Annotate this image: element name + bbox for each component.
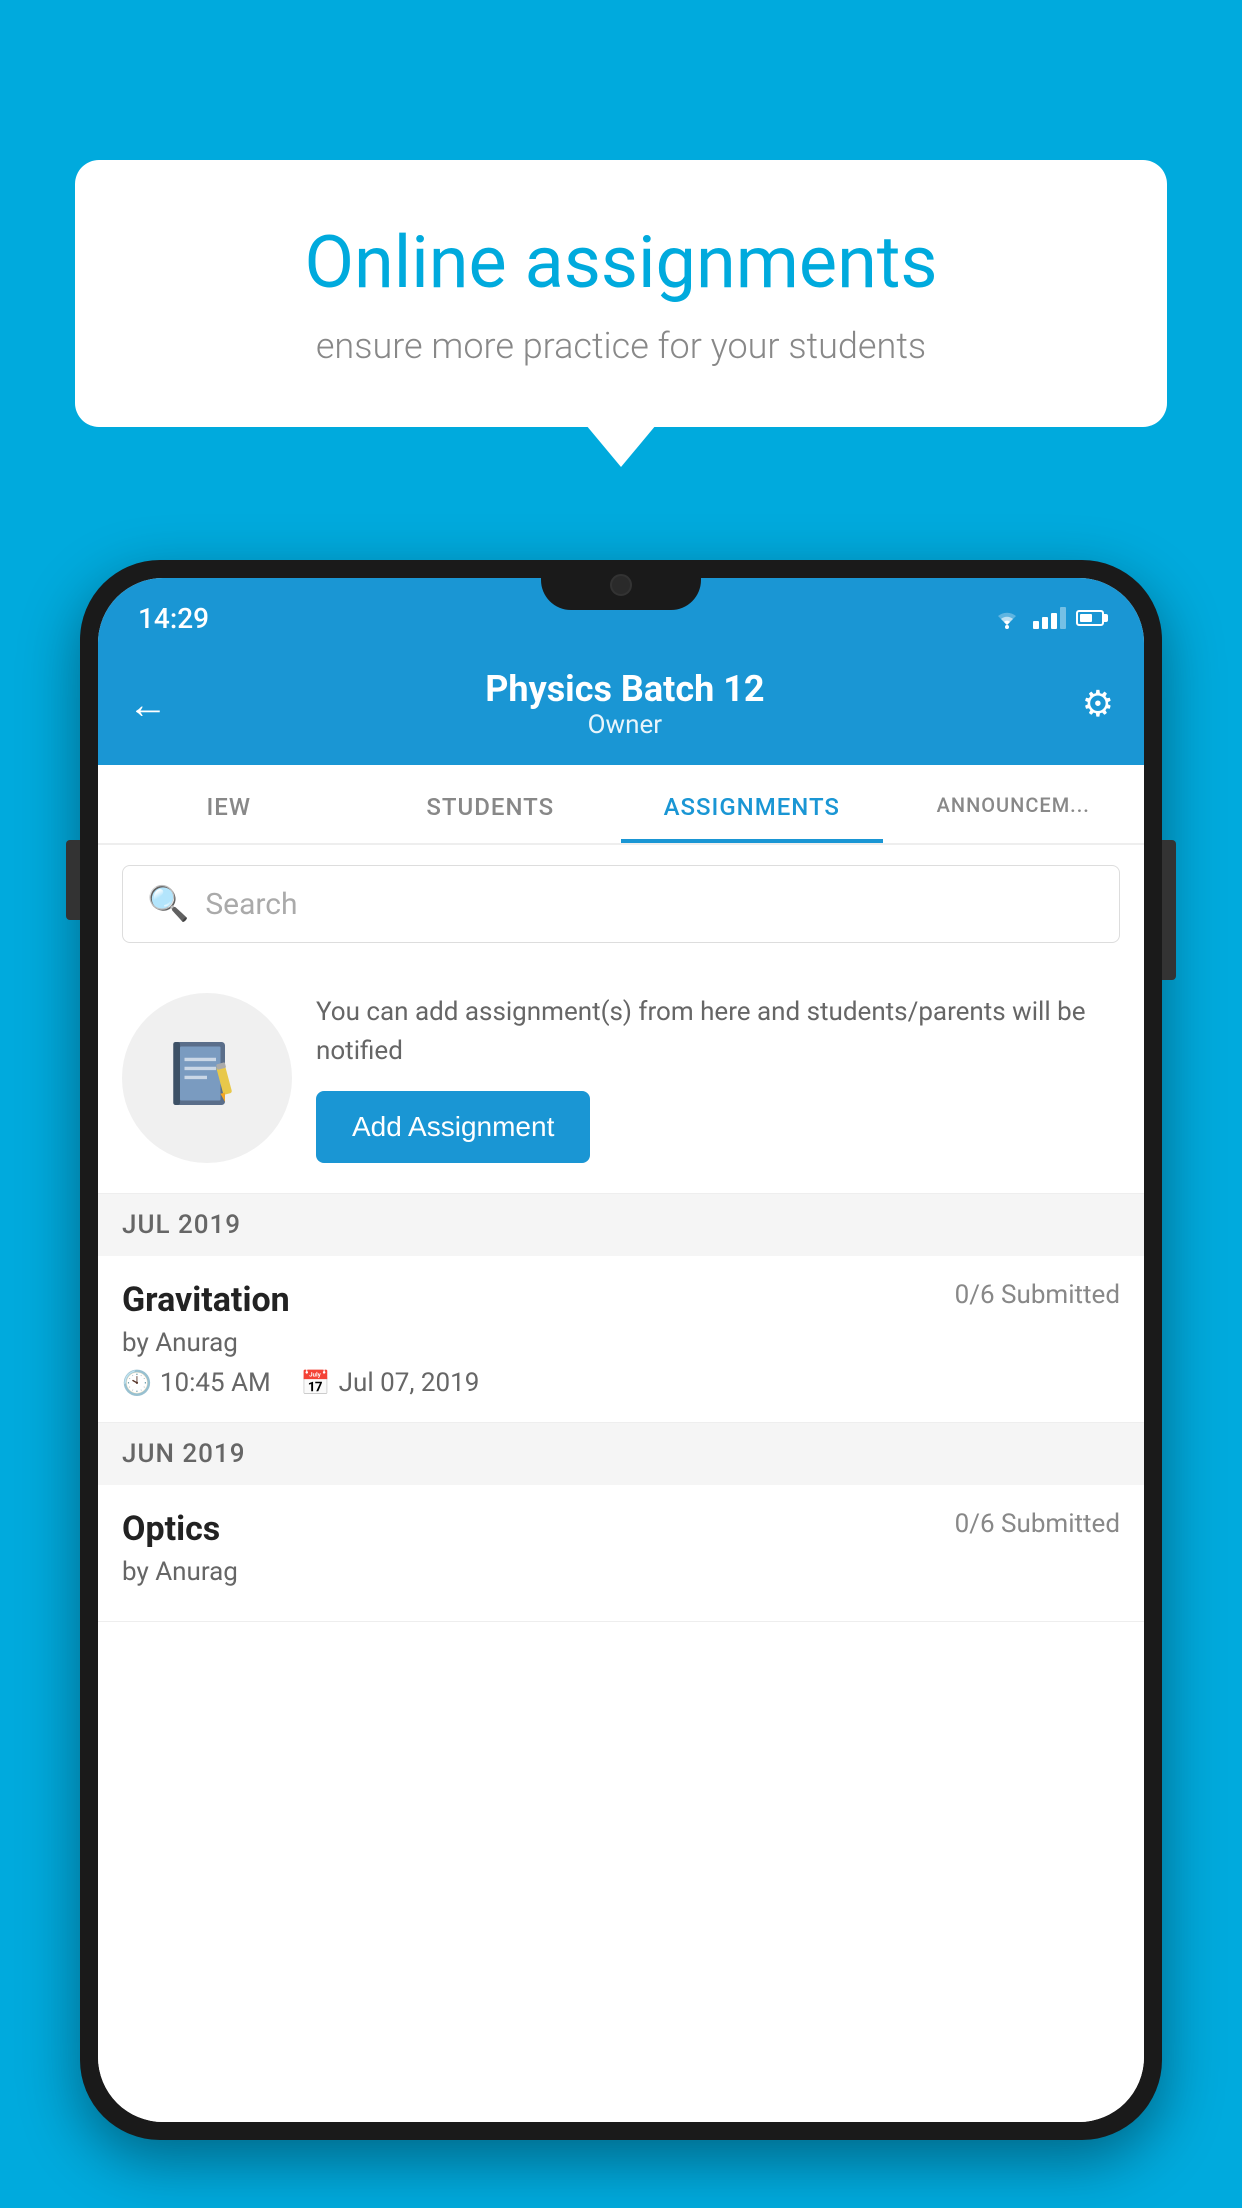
month-header-jul: JUL 2019	[98, 1194, 1144, 1256]
phone-outer: 14:29	[80, 560, 1162, 2140]
status-icons	[991, 607, 1104, 629]
tab-students[interactable]: STUDENTS	[360, 765, 622, 843]
tab-iew[interactable]: IEW	[98, 765, 360, 843]
speech-bubble-title: Online assignments	[145, 220, 1097, 305]
wifi-icon	[991, 607, 1023, 629]
add-assignment-button[interactable]: Add Assignment	[316, 1091, 590, 1163]
assignment-date-value: Jul 07, 2019	[339, 1368, 480, 1398]
promo-icon-circle	[122, 993, 292, 1163]
calendar-icon: 📅	[301, 1369, 331, 1397]
search-placeholder: Search	[205, 887, 297, 922]
app-bar-title: Physics Batch 12	[168, 668, 1082, 710]
app-bar-title-container: Physics Batch 12 Owner	[168, 668, 1082, 740]
app-bar: ← Physics Batch 12 Owner ⚙	[98, 648, 1144, 765]
front-camera	[610, 574, 632, 596]
tab-announcements[interactable]: ANNOUNCEM...	[883, 765, 1145, 843]
tabs-bar: IEW STUDENTS ASSIGNMENTS ANNOUNCEM...	[98, 765, 1144, 845]
settings-button[interactable]: ⚙	[1082, 683, 1114, 725]
phone-container: 14:29	[80, 560, 1162, 2208]
assignment-item-gravitation[interactable]: Gravitation 0/6 Submitted by Anurag 🕙 10…	[98, 1256, 1144, 1423]
content-area: 🔍 Search	[98, 845, 1144, 2122]
assignment-time-value: 10:45 AM	[160, 1368, 271, 1398]
search-icon: 🔍	[147, 884, 189, 924]
phone-notch	[541, 560, 701, 610]
month-header-jun: JUN 2019	[98, 1423, 1144, 1485]
assignment-header: Gravitation 0/6 Submitted	[122, 1280, 1120, 1320]
battery-icon	[1076, 610, 1104, 626]
assignment-title: Gravitation	[122, 1280, 290, 1320]
status-time: 14:29	[138, 602, 209, 635]
speech-bubble-container: Online assignments ensure more practice …	[75, 160, 1167, 427]
assignment-time: 🕙 10:45 AM	[122, 1368, 271, 1398]
promo-section: You can add assignment(s) from here and …	[98, 963, 1144, 1194]
assignment-by-optics: by Anurag	[122, 1557, 1120, 1587]
assignment-submitted: 0/6 Submitted	[955, 1280, 1120, 1310]
assignment-meta: 🕙 10:45 AM 📅 Jul 07, 2019	[122, 1368, 1120, 1398]
tab-assignments[interactable]: ASSIGNMENTS	[621, 765, 883, 843]
assignment-header-optics: Optics 0/6 Submitted	[122, 1509, 1120, 1549]
assignment-by: by Anurag	[122, 1328, 1120, 1358]
assignment-submitted-optics: 0/6 Submitted	[955, 1509, 1120, 1539]
speech-bubble-subtitle: ensure more practice for your students	[145, 325, 1097, 367]
search-container: 🔍 Search	[98, 845, 1144, 963]
phone-screen: 14:29	[98, 578, 1144, 2122]
speech-bubble: Online assignments ensure more practice …	[75, 160, 1167, 427]
assignment-date: 📅 Jul 07, 2019	[301, 1368, 480, 1398]
signal-icon	[1033, 607, 1066, 629]
app-bar-subtitle: Owner	[168, 710, 1082, 740]
promo-text: You can add assignment(s) from here and …	[316, 993, 1120, 1071]
search-bar[interactable]: 🔍 Search	[122, 865, 1120, 943]
notebook-icon	[162, 1033, 252, 1123]
back-button[interactable]: ←	[128, 681, 168, 728]
promo-right: You can add assignment(s) from here and …	[316, 993, 1120, 1163]
assignment-item-optics[interactable]: Optics 0/6 Submitted by Anurag	[98, 1485, 1144, 1622]
assignment-title-optics: Optics	[122, 1509, 220, 1549]
clock-icon: 🕙	[122, 1369, 152, 1397]
